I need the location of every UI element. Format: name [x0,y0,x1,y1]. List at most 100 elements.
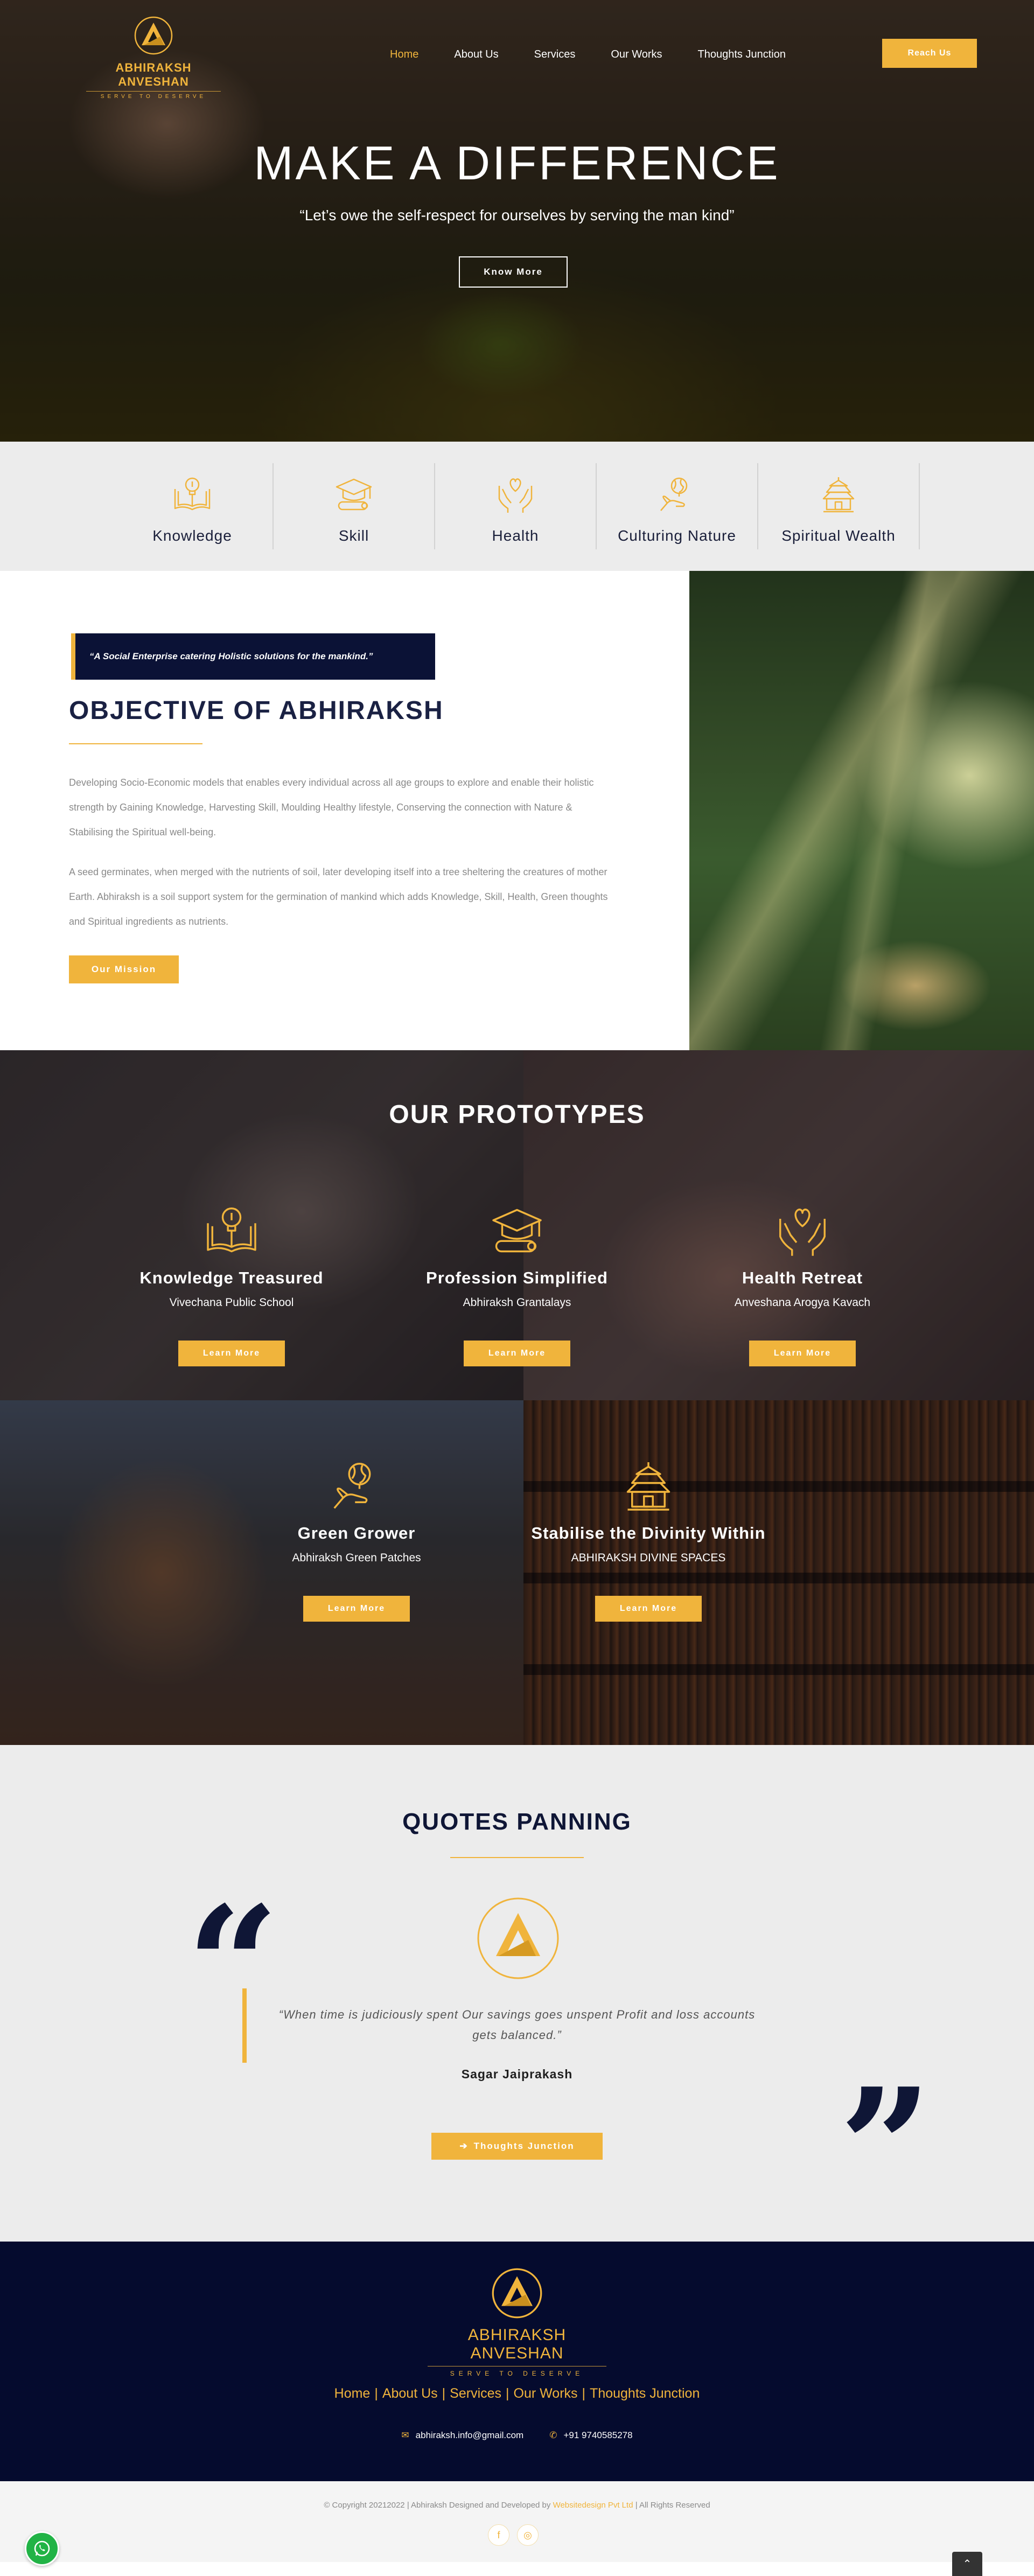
brand-logo[interactable]: ABHIRAKSH ANVESHAN SERVE TO DESERVE [81,15,226,100]
scroll-to-top-icon[interactable]: ⌃ [952,2552,982,2576]
phone-contact[interactable]: ✆ +91 9740585278 [549,2430,632,2441]
book-lightbulb-icon [207,1207,256,1253]
learn-more-button[interactable]: Learn More [464,1341,570,1366]
hand-globe-icon [333,1463,371,1509]
title-underline [450,1857,584,1858]
facebook-icon[interactable]: f [488,2524,509,2546]
hero-section: ABHIRAKSH ANVESHAN SERVE TO DESERVE Home… [0,0,1034,442]
quote-author: Sagar Jaiprakash [461,2067,573,2081]
reach-us-button[interactable]: Reach Us [882,39,977,68]
footer-link-thoughts-junction[interactable]: Thoughts Junction [590,2386,700,2401]
card-title: Stabilise the Divinity Within [531,1524,766,1542]
developer-link[interactable]: Websitedesign Pvt Ltd [553,2501,633,2510]
email-address: abhiraksh.info@gmail.com [415,2430,524,2440]
arrow-right-icon: ➔ [459,2141,469,2151]
prototypes-title: OUR PROTOTYPES [389,1100,645,1129]
open-quote-icon: “ [186,1870,280,2061]
temple-icon [626,1462,670,1511]
quotes-title: QUOTES PANNING [402,1809,632,1835]
social-links: f ◎ [488,2524,539,2546]
card-subtitle: ABHIRAKSH DIVINE SPACES [571,1552,726,1564]
forest-sunlight-image [689,571,1034,1050]
email-contact[interactable]: ✉ abhiraksh.info@gmail.com [401,2430,523,2441]
footer-link-home[interactable]: Home [334,2386,371,2401]
phone-number: +91 9740585278 [563,2430,633,2440]
graduation-cap-icon [336,478,372,511]
feature-label: Knowledge [152,527,232,544]
brand-name: ABHIRAKSH ANVESHAN [467,2326,567,2362]
envelope-icon: ✉ [401,2430,409,2440]
card-title: Profession Simplified [426,1268,608,1287]
nav-item-our-works[interactable]: Our Works [611,48,662,61]
temple-icon [822,477,855,513]
hands-heart-icon [779,1209,826,1256]
phone-icon: ✆ [549,2430,557,2440]
feature-knowledge[interactable]: Knowledge [112,463,274,549]
instagram-icon[interactable]: ◎ [517,2524,539,2546]
footer-link-our-works[interactable]: Our Works [514,2386,578,2401]
prototype-card-health: Health Retreat Anveshana Arogya Kavach L… [684,1201,921,1366]
card-title: Knowledge Treasured [139,1268,324,1287]
prototype-card-green-grower: Green Grower Abhiraksh Green Patches Lea… [238,1456,475,1622]
feature-label: Spiritual Wealth [781,527,896,544]
quote-text: “When time is judiciously spent Our savi… [278,2008,756,2042]
hero-subtitle: “Let’s owe the self-respect for ourselve… [299,207,735,224]
footer-nav: Home | About Us | Services | Our Works | Thought… [334,2386,700,2401]
nav-item-about-us[interactable]: About Us [454,48,498,61]
site-footer: ABHIRAKSH ANVESHAN SERVE TO DESERVE Home… [0,2242,1034,2481]
nav-item-thoughts-junction[interactable]: Thoughts Junction [698,48,786,61]
logo-mark-icon [492,2268,542,2319]
learn-more-button[interactable]: Learn More [178,1341,285,1366]
feature-health[interactable]: Health [435,463,597,549]
know-more-button[interactable]: Know More [459,256,568,288]
title-underline [69,743,202,744]
card-subtitle: Abhiraksh Grantalays [463,1296,571,1309]
footer-contact: ✉ abhiraksh.info@gmail.com ✆ +91 974058527… [0,2430,1034,2441]
feature-label: Culturing Nature [618,527,736,544]
nav-item-home[interactable]: Home [390,48,418,61]
feature-skill[interactable]: Skill [274,463,435,549]
footer-logo[interactable]: ABHIRAKSH ANVESHAN SERVE TO DESERVE [420,2266,614,2377]
features-strip: Knowledge Skill Health Culturing Nature … [0,442,1034,571]
prototypes-section: OUR PROTOTYPES Knowledge Treasured Vivec… [0,1050,1034,1745]
learn-more-button[interactable]: Learn More [749,1341,856,1366]
our-mission-button[interactable]: Our Mission [69,955,179,983]
brand-tagline: SERVE TO DESERVE [100,94,207,100]
prototype-card-knowledge: Knowledge Treasured Vivechana Public Sch… [113,1201,350,1366]
logo-mark-icon [134,16,173,55]
card-title: Health Retreat [742,1268,863,1287]
main-nav: Home About Us Services Our Works Thought… [390,48,821,61]
brand-name: ABHIRAKSH ANVESHAN [115,61,192,88]
whatsapp-icon[interactable] [25,2531,59,2566]
graduation-cap-icon [492,1209,542,1253]
hands-heart-icon [498,478,533,513]
quote-accent-bar [242,1988,247,2063]
hero-title: MAKE A DIFFERENCE [254,136,780,190]
objective-section: “A Social Enterprise catering Holistic s… [0,571,1034,1050]
prototype-card-divinity: Stabilise the Divinity Within ABHIRAKSH … [530,1456,767,1622]
card-subtitle: Abhiraksh Green Patches [292,1552,421,1564]
footer-link-about-us[interactable]: About Us [382,2386,438,2401]
feature-spiritual-wealth[interactable]: Spiritual Wealth [758,463,920,549]
feature-label: Skill [338,527,369,544]
learn-more-button[interactable]: Learn More [595,1596,702,1622]
card-subtitle: Vivechana Public School [169,1296,294,1309]
thoughts-junction-button[interactable]: ➔ Thoughts Junction [431,2133,603,2160]
copyright-bar: © Copyright 20212022 | Abhiraksh Designe… [0,2481,1034,2562]
hand-globe-icon [660,477,688,511]
book-lightbulb-icon [174,477,211,511]
objective-title: OBJECTIVE OF ABHIRAKSH [69,696,444,725]
feature-culturing-nature[interactable]: Culturing Nature [597,463,758,549]
copyright-text: © Copyright 20212022 | Abhiraksh Designe… [324,2501,710,2510]
nav-item-services[interactable]: Services [534,48,576,61]
author-logo-icon [477,1897,559,1979]
learn-more-button[interactable]: Learn More [303,1596,410,1622]
prototype-card-profession: Profession Simplified Abhiraksh Grantala… [399,1201,635,1366]
card-subtitle: Anveshana Arogya Kavach [734,1296,871,1309]
mission-quote-banner: “A Social Enterprise catering Holistic s… [71,633,435,680]
button-label: Thoughts Junction [473,2141,575,2151]
card-title: Green Grower [297,1524,416,1542]
footer-link-services[interactable]: Services [450,2386,501,2401]
brand-tagline: SERVE TO DESERVE [450,2370,584,2377]
quotes-section: QUOTES PANNING “ ” “When time is judicio… [0,1745,1034,2242]
